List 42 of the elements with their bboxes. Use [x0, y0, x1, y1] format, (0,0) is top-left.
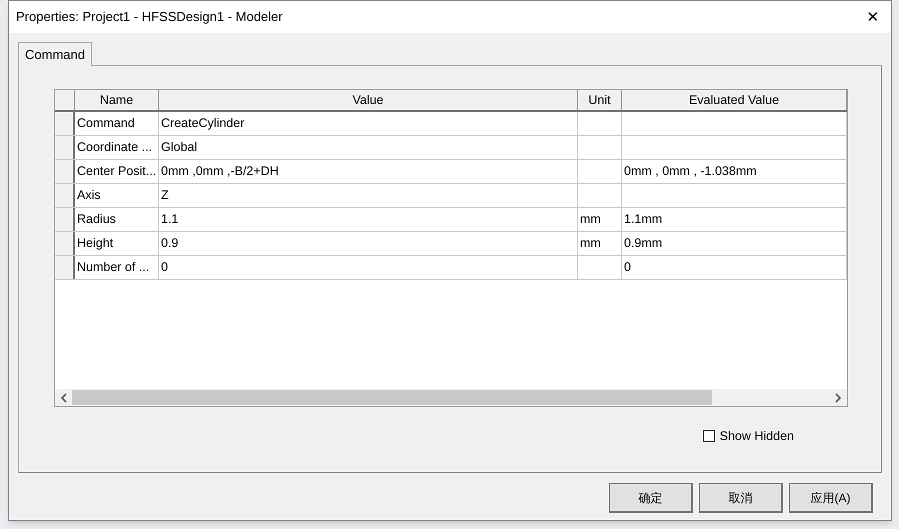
table-cell: CreateCylinder: [159, 112, 578, 135]
window-title: Properties: Project1 - HFSSDesign1 - Modeler: [16, 8, 283, 26]
column-header[interactable]: Unit: [578, 90, 622, 110]
table-cell: 1.1: [159, 208, 578, 231]
table-cell: 0.9mm: [622, 232, 847, 255]
scroll-right-icon[interactable]: [835, 392, 842, 402]
row-header[interactable]: [55, 184, 75, 207]
column-header[interactable]: Value: [159, 90, 578, 110]
tab[interactable]: Command: [18, 42, 92, 66]
table-cell: Height: [75, 232, 159, 255]
table-cell: Command: [75, 112, 159, 135]
table-cell: 0mm ,0mm ,-B/2+DH: [159, 160, 578, 183]
table-cell: 0: [159, 256, 578, 279]
dialog-button[interactable]: 取消: [699, 483, 783, 513]
table-cell: 0mm , 0mm , -1.038mm: [622, 160, 847, 183]
column-header[interactable]: Evaluated Value: [622, 90, 847, 110]
row-header[interactable]: [55, 232, 75, 255]
table-cell: Radius: [75, 208, 159, 231]
scroll-left-icon[interactable]: [60, 392, 67, 402]
show-hidden-checkbox[interactable]: Show Hidden: [702, 427, 794, 446]
row-header[interactable]: [55, 136, 75, 159]
column-header[interactable]: Name: [75, 90, 159, 110]
row-header[interactable]: [55, 112, 75, 135]
table-cell: Axis: [75, 184, 159, 207]
table-cell: Center Posit...: [75, 160, 159, 183]
horizontal-scrollbar[interactable]: [55, 389, 847, 406]
row-header[interactable]: [55, 208, 75, 231]
row-header[interactable]: [55, 160, 75, 183]
table-cell: 0.9: [159, 232, 578, 255]
dialog-button[interactable]: 确定: [609, 483, 693, 513]
scrollbar-thumb[interactable]: [72, 390, 712, 405]
table-cell: Number of ...: [75, 256, 159, 279]
table-cell: Coordinate ...: [75, 136, 159, 159]
table-cell: mm: [578, 208, 622, 231]
dialog-button[interactable]: 应用(A): [789, 483, 873, 513]
table-cell: 1.1mm: [622, 208, 847, 231]
table-cell: Z: [159, 184, 578, 207]
row-header[interactable]: [55, 256, 75, 279]
table-cell: mm: [578, 232, 622, 255]
table-cell: 0: [622, 256, 847, 279]
close-button[interactable]: ✕: [861, 5, 885, 29]
table-cell: Global: [159, 136, 578, 159]
